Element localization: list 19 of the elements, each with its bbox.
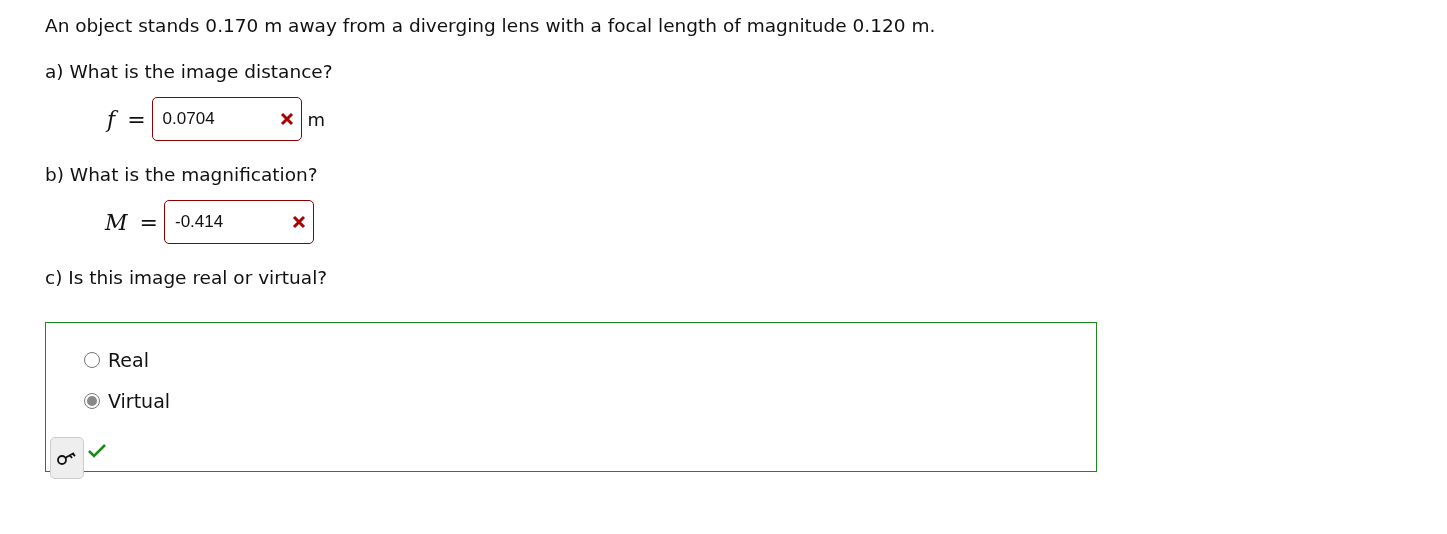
option-label[interactable]: Real: [108, 348, 149, 371]
check-icon: [88, 444, 106, 459]
answer-field[interactable]: 0.0704: [151, 97, 302, 142]
equals-sign: =: [139, 209, 158, 235]
cross-icon: [279, 112, 294, 127]
equals-sign: =: [127, 106, 146, 132]
key-button[interactable]: [50, 437, 84, 480]
question-text: b) What is the magnification?: [45, 163, 319, 188]
option-label[interactable]: Virtual: [108, 389, 171, 412]
radio-button[interactable]: [84, 351, 100, 368]
answer-field[interactable]: -0.414: [163, 200, 314, 245]
cross-icon: [291, 215, 306, 230]
unit-label: m: [307, 108, 326, 130]
question-text: a) What is the image distance?: [45, 60, 334, 85]
problem-text: An object stands 0.170 m away from a diverging lens with a focal length of magnitude 0.120 m.: [45, 14, 937, 38]
key-icon: [57, 451, 77, 466]
question-text: c) Is this image real or virtual?: [45, 266, 329, 291]
variable-symbol: M: [105, 209, 128, 235]
radio-button[interactable]: [84, 392, 100, 409]
